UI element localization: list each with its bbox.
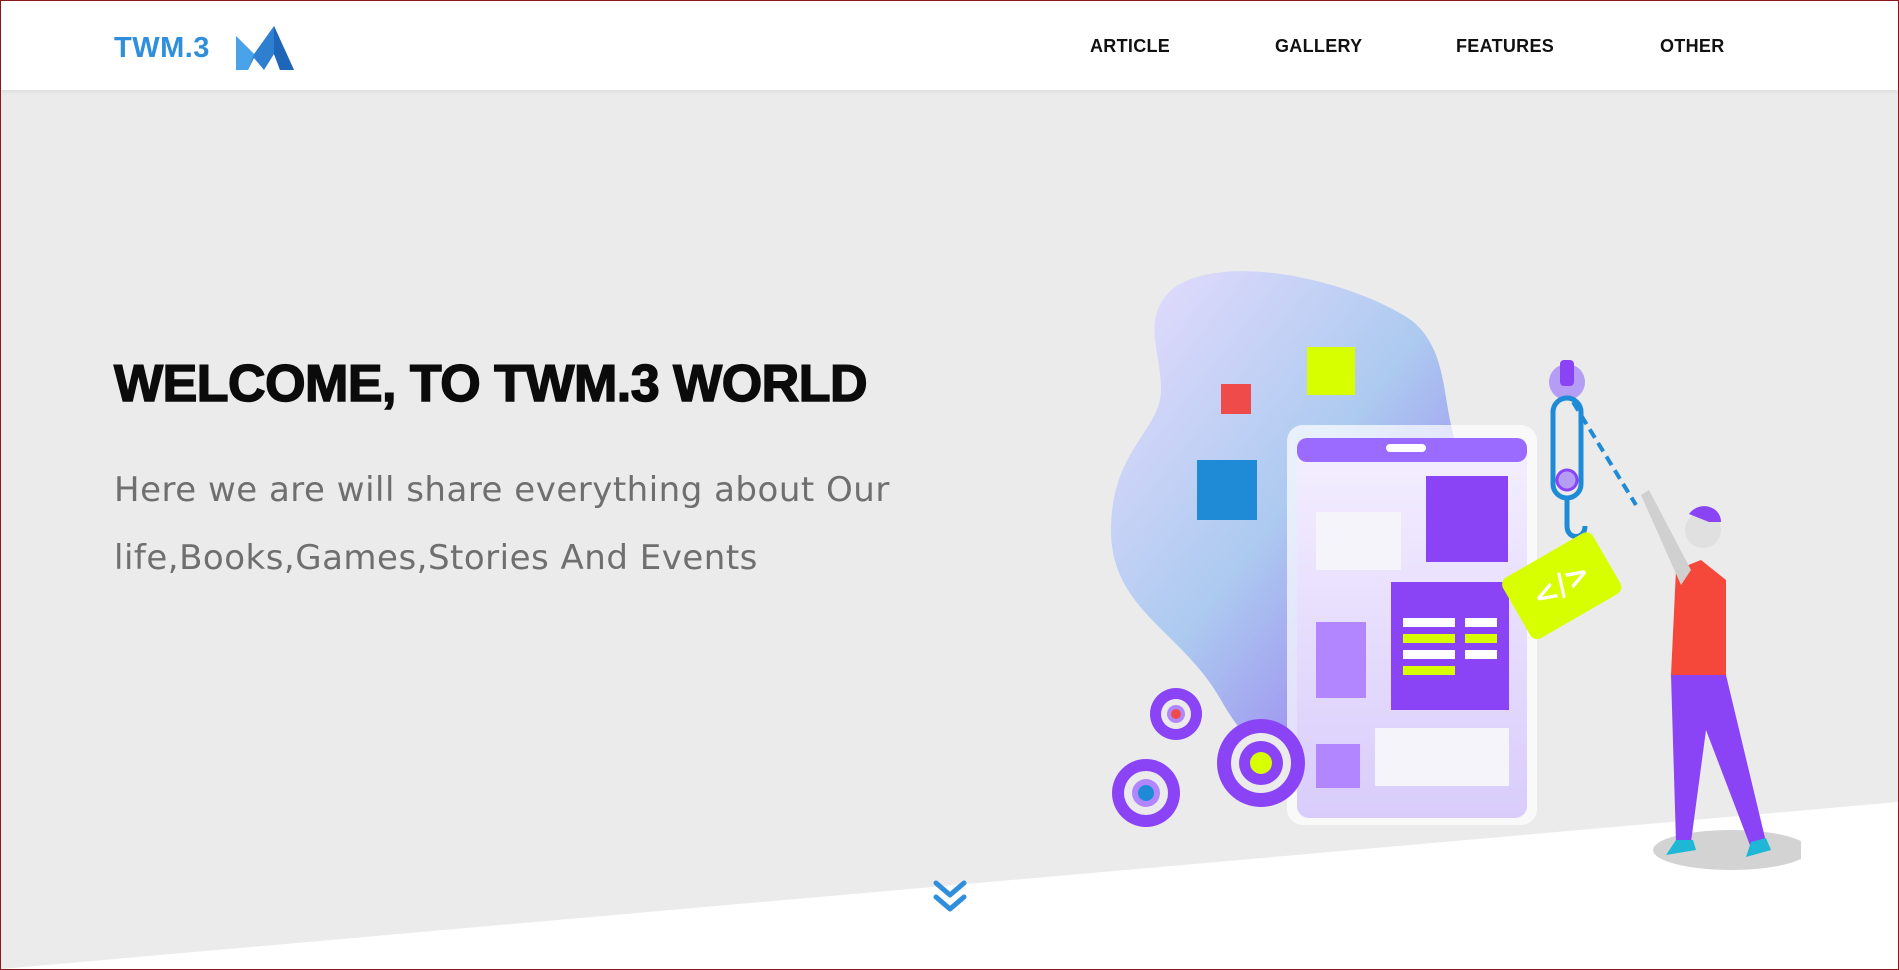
hero-subtitle-line2: life,Books,Games,Stories And Events	[114, 538, 758, 578]
nav-features[interactable]: FEATURES	[1456, 36, 1554, 57]
double-chevron-down-icon[interactable]	[930, 877, 970, 917]
hero-subtitle-line1: Here we are will share everything about …	[114, 470, 890, 510]
main-nav: ARTICLE GALLERY FEATURES OTHER	[1, 1, 1898, 90]
hero-subtitle: Here we are will share everything about …	[114, 456, 954, 592]
nav-other[interactable]: OTHER	[1660, 36, 1725, 57]
top-navbar: TWM.3 ARTICLE GALLERY FEATURES OTHER	[1, 1, 1898, 90]
hero-section: WELCOME, TO TWM.3 WORLD Here we are will…	[1, 90, 1898, 969]
nav-article[interactable]: ARTICLE	[1090, 36, 1170, 57]
hero-title: WELCOME, TO TWM.3 WORLD	[113, 354, 868, 414]
nav-gallery[interactable]: GALLERY	[1275, 36, 1362, 57]
developer-phone-illustration-icon: </>	[1111, 271, 1801, 870]
red-square	[1221, 384, 1251, 414]
